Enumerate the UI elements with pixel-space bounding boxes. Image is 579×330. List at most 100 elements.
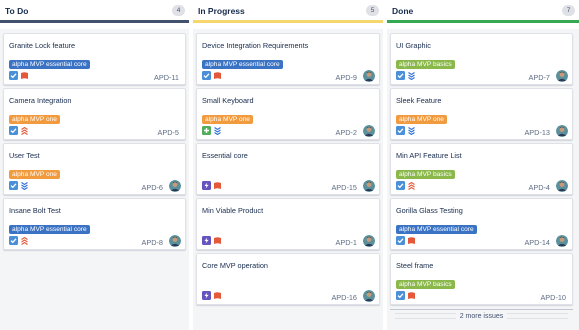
assignee-avatar[interactable] xyxy=(363,70,375,82)
issue-key[interactable]: APD-11 xyxy=(154,73,179,82)
issue-key[interactable]: APD-10 xyxy=(540,293,566,302)
story-type-icon xyxy=(396,71,405,80)
assignee-avatar[interactable] xyxy=(169,235,181,247)
show-more-issues-button[interactable]: 2 more issues xyxy=(390,309,573,323)
issue-card[interactable]: Device Integration Requirements alpha MVP… xyxy=(196,33,380,85)
priority-lowest-icon xyxy=(407,71,416,80)
priority-highest-icon xyxy=(20,236,29,245)
issue-icons xyxy=(396,236,416,246)
issue-card[interactable]: User Test alpha MVP one APD-6 xyxy=(3,143,186,195)
issue-count-badge: 7 xyxy=(562,5,575,16)
assignee-avatar[interactable] xyxy=(363,290,375,302)
issue-key[interactable]: APD-16 xyxy=(331,293,357,302)
priority-medium-icon xyxy=(213,71,222,80)
assignee-avatar[interactable] xyxy=(169,180,181,192)
column-title: To Do xyxy=(5,6,29,16)
issue-key[interactable]: APD-15 xyxy=(331,183,357,192)
column-status-bar xyxy=(387,20,579,23)
issue-card[interactable]: UI Graphic alpha MVP basics APD-7 xyxy=(390,33,573,85)
column-header: Done 7 xyxy=(387,0,579,24)
issue-key[interactable]: APD-8 xyxy=(142,238,164,247)
epic-label: alpha MVP one xyxy=(202,115,253,124)
issue-key[interactable]: APD-2 xyxy=(336,128,358,137)
priority-medium-icon xyxy=(407,291,416,300)
issue-summary: Gorilla Glass Testing xyxy=(396,206,463,215)
issue-icons xyxy=(396,126,416,136)
column-title: Done xyxy=(392,6,414,16)
epic-label: alpha MVP one xyxy=(396,115,447,124)
issue-icons xyxy=(396,181,416,191)
priority-highest-icon xyxy=(407,181,416,190)
issue-key[interactable]: APD-5 xyxy=(158,128,180,137)
issue-summary: Camera Integration xyxy=(9,96,72,105)
story-type-icon xyxy=(9,181,18,190)
issue-summary: Min Viable Product xyxy=(202,206,264,215)
issue-summary: Sleek Feature xyxy=(396,96,442,105)
issue-icons xyxy=(9,126,29,136)
issue-summary: Small Keyboard xyxy=(202,96,254,105)
issue-key[interactable]: APD-14 xyxy=(524,238,550,247)
issue-card[interactable]: Min Viable Product APD-1 xyxy=(196,198,380,250)
epic-label: alpha MVP essential core xyxy=(9,225,90,234)
issue-key[interactable]: APD-9 xyxy=(336,73,358,82)
issue-summary: Insane Bolt Test xyxy=(9,206,61,215)
column-title: In Progress xyxy=(198,6,245,16)
epic-type-icon xyxy=(202,291,211,300)
issue-icons xyxy=(202,291,222,301)
column-done: Done 7 Steel frame alpha MVP basics APD-10… xyxy=(387,0,579,330)
issue-card[interactable]: Gorilla Glass Testing alpha MVP essential… xyxy=(390,198,573,250)
epic-label: alpha MVP essential core xyxy=(9,60,90,69)
assignee-avatar[interactable] xyxy=(556,125,568,137)
assignee-avatar[interactable] xyxy=(556,235,568,247)
issue-key[interactable]: APD-4 xyxy=(529,183,551,192)
issue-summary: Steel frame xyxy=(396,261,434,270)
epic-type-icon xyxy=(202,181,211,190)
epic-label: alpha MVP one xyxy=(9,170,60,179)
issue-card[interactable]: Min API Feature List alpha MVP basics APD-… xyxy=(390,143,573,195)
priority-medium-icon xyxy=(213,181,222,190)
column-to-do: To Do 4 Insane Bolt Test alpha MVP essent… xyxy=(0,0,189,330)
assignee-avatar[interactable] xyxy=(363,235,375,247)
column-status-bar xyxy=(0,20,189,23)
issue-icons xyxy=(9,236,29,246)
issue-key[interactable]: APD-6 xyxy=(142,183,164,192)
priority-medium-icon xyxy=(213,291,222,300)
assignee-avatar[interactable] xyxy=(556,180,568,192)
issue-icons xyxy=(396,291,416,301)
issue-card[interactable]: Steel frame alpha MVP basics APD-10 xyxy=(390,253,573,305)
issue-card[interactable]: Small Keyboard alpha MVP one APD-2 xyxy=(196,88,380,140)
epic-label: alpha MVP essential core xyxy=(396,225,477,234)
issue-count-badge: 4 xyxy=(172,5,185,16)
issue-key[interactable]: APD-13 xyxy=(524,128,550,137)
issue-card[interactable]: Sleek Feature alpha MVP one APD-13 xyxy=(390,88,573,140)
issue-icons xyxy=(202,236,222,246)
assignee-avatar[interactable] xyxy=(556,70,568,82)
issue-card[interactable]: Insane Bolt Test alpha MVP essential core… xyxy=(3,198,186,250)
column-header: To Do 4 xyxy=(0,0,189,24)
issue-icons xyxy=(202,71,222,81)
issue-card[interactable]: Camera Integration alpha MVP one APD-5 xyxy=(3,88,186,140)
issue-card[interactable]: Granite Lock feature alpha MVP essential … xyxy=(3,33,186,85)
issue-icons xyxy=(9,71,29,81)
column-header: In Progress 5 xyxy=(193,0,383,24)
issue-summary: Essential core xyxy=(202,151,248,160)
issue-key[interactable]: APD-1 xyxy=(336,238,358,247)
priority-medium-icon xyxy=(213,236,222,245)
issue-card[interactable]: Core MVP operation APD-16 xyxy=(196,253,380,305)
assignee-avatar[interactable] xyxy=(363,125,375,137)
issue-key[interactable]: APD-7 xyxy=(529,73,551,82)
more-issues-label: 2 more issues xyxy=(455,313,508,320)
issue-summary: Min API Feature List xyxy=(396,151,462,160)
story-type-icon xyxy=(396,181,405,190)
assignee-avatar[interactable] xyxy=(363,180,375,192)
issue-card[interactable]: Essential core APD-15 xyxy=(196,143,380,195)
epic-label: alpha MVP one xyxy=(9,115,60,124)
issue-count-badge: 5 xyxy=(366,5,379,16)
epic-label: alpha MVP basics xyxy=(396,280,455,289)
issue-summary: UI Graphic xyxy=(396,41,431,50)
issue-icons xyxy=(396,71,416,81)
issue-summary: Granite Lock feature xyxy=(9,41,76,50)
issue-icons xyxy=(202,126,222,136)
priority-medium-icon xyxy=(20,71,29,80)
story-type-icon xyxy=(9,236,18,245)
